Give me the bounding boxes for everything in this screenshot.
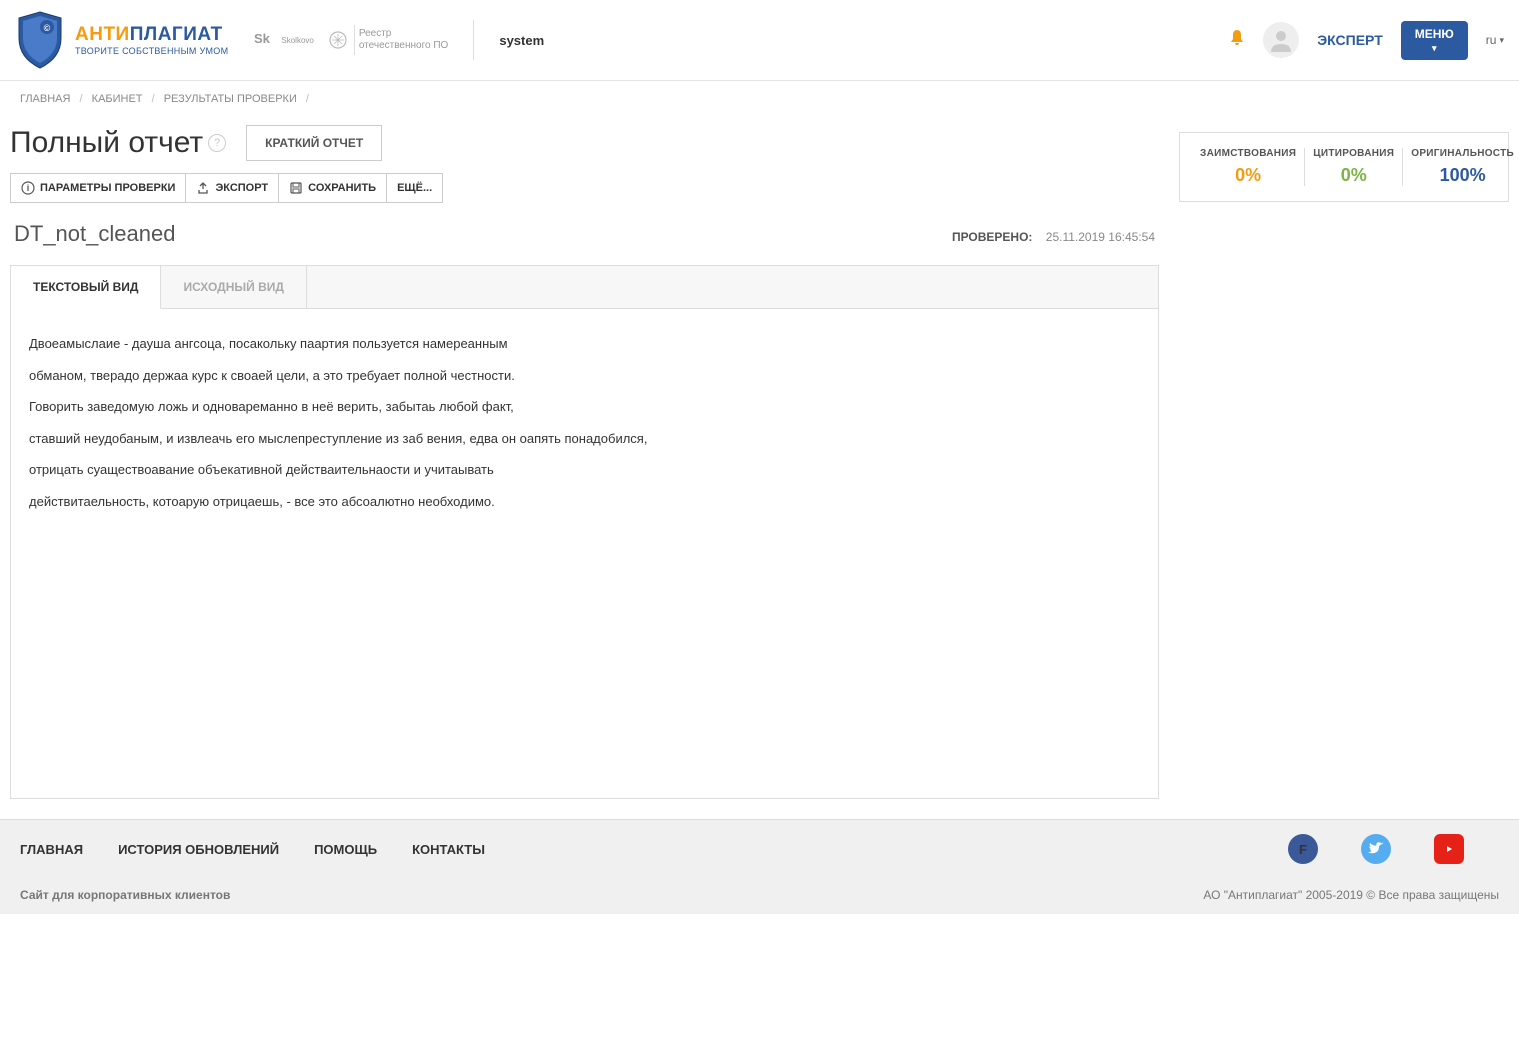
chevron-down-icon: ▾ <box>1415 43 1454 54</box>
footer-link-home[interactable]: ГЛАВНАЯ <box>20 842 83 857</box>
check-params-label: ПАРАМЕТРЫ ПРОВЕРКИ <box>40 182 175 194</box>
language-select[interactable]: ru ▾ <box>1486 33 1504 47</box>
document-name: DT_not_cleaned <box>14 221 175 247</box>
logo-tagline: ТВОРИТЕ СОБСТВЕННЫМ УМОМ <box>75 46 228 56</box>
header: © АНТИПЛАГИАТ ТВОРИТЕ СОБСТВЕННЫМ УМОМ S… <box>0 0 1519 81</box>
twitter-icon[interactable] <box>1361 834 1391 864</box>
breadcrumb-results[interactable]: РЕЗУЛЬТАТЫ ПРОВЕРКИ <box>164 93 297 105</box>
footer-link-history[interactable]: ИСТОРИЯ ОБНОВЛЕНИЙ <box>118 842 279 857</box>
breadcrumb-home[interactable]: ГЛАВНАЯ <box>20 93 70 105</box>
more-label: ЕЩЁ... <box>397 182 432 194</box>
tab-source-view[interactable]: ИСХОДНЫЙ ВИД <box>161 266 306 308</box>
check-params-button[interactable]: i ПАРАМЕТРЫ ПРОВЕРКИ <box>10 173 186 203</box>
stat-borrowings-label: ЗАИМСТВОВАНИЯ <box>1200 148 1296 159</box>
shield-icon: © <box>15 10 65 70</box>
text-line: Говорить заведомую ложь и одновареманно … <box>29 397 1140 417</box>
stat-borrowings: ЗАИМСТВОВАНИЯ 0% <box>1192 148 1305 186</box>
partner2-line2: отечественного ПО <box>359 40 449 52</box>
stats-panel: ЗАИМСТВОВАНИЯ 0% ЦИТИРОВАНИЯ 0% ОРИГИНАЛ… <box>1179 132 1509 202</box>
logo-plag: ПЛАГИАТ <box>130 24 223 45</box>
partner2-line1: Реестр <box>359 28 449 40</box>
text-line: обманом, тверадо держаа курс к своаей це… <box>29 366 1140 386</box>
svg-text:Sk: Sk <box>254 31 271 46</box>
facebook-icon[interactable]: f <box>1288 834 1318 864</box>
breadcrumb-cabinet[interactable]: КАБИНЕТ <box>92 93 143 105</box>
footer-link-contacts[interactable]: КОНТАКТЫ <box>412 842 485 857</box>
stat-originality-value: 100% <box>1411 165 1514 186</box>
partner-skolkovo: Sk Skolkovo <box>253 28 313 52</box>
partner-registry: Реестротечественного ПО <box>326 25 449 55</box>
stat-originality-label: ОРИГИНАЛЬНОСТЬ <box>1411 148 1514 159</box>
footer: ГЛАВНАЯ ИСТОРИЯ ОБНОВЛЕНИЙ ПОМОЩЬ КОНТАК… <box>0 819 1519 914</box>
sk-icon: Sk <box>253 28 277 52</box>
brief-report-button[interactable]: КРАТКИЙ ОТЧЕТ <box>246 125 382 161</box>
save-label: СОХРАНИТЬ <box>308 182 376 194</box>
notification-bell-icon[interactable] <box>1229 29 1245 52</box>
text-line: отрицать суаществоавание объекативной де… <box>29 460 1140 480</box>
checked-date: 25.11.2019 16:45:54 <box>1046 230 1155 244</box>
text-line: Двоеамыслаие - дауша ангсоца, посакольку… <box>29 334 1140 354</box>
text-line: ставший неудобаным, и извлеачь его мысле… <box>29 429 1140 449</box>
system-label: system <box>499 33 544 48</box>
partner1-label: Skolkovo <box>281 36 313 45</box>
tab-text-view[interactable]: ТЕКСТОВЫЙ ВИД <box>11 266 161 309</box>
registry-icon <box>326 28 350 52</box>
chevron-down-icon: ▾ <box>1499 35 1504 46</box>
svg-text:©: © <box>44 23 51 33</box>
partner-badges: Sk Skolkovo Реестротечественного ПО <box>253 25 448 55</box>
youtube-icon[interactable] <box>1434 834 1464 864</box>
footer-copyright: АО "Антиплагиат" 2005-2019 © Все права з… <box>1203 888 1499 902</box>
tabs: ТЕКСТОВЫЙ ВИД ИСХОДНЫЙ ВИД Двоеамыслаие … <box>10 265 1159 799</box>
logo-anti: АНТИ <box>75 24 130 45</box>
export-icon <box>196 181 210 195</box>
export-button[interactable]: ЭКСПОРТ <box>185 173 279 203</box>
avatar-icon[interactable] <box>1263 22 1299 58</box>
role-label[interactable]: ЭКСПЕРТ <box>1317 32 1383 48</box>
info-icon: i <box>21 181 35 195</box>
save-button[interactable]: СОХРАНИТЬ <box>278 173 387 203</box>
text-line: действитаельность, котоарую отрицаешь, -… <box>29 492 1140 512</box>
stat-citations-value: 0% <box>1313 165 1394 186</box>
export-label: ЭКСПОРТ <box>215 182 268 194</box>
help-icon[interactable]: ? <box>208 134 226 152</box>
svg-text:i: i <box>27 183 30 193</box>
logo[interactable]: © АНТИПЛАГИАТ ТВОРИТЕ СОБСТВЕННЫМ УМОМ <box>15 10 228 70</box>
save-icon <box>289 181 303 195</box>
document-text: Двоеамыслаие - дауша ангсоца, посакольку… <box>11 308 1158 798</box>
breadcrumb: ГЛАВНАЯ / КАБИНЕТ / РЕЗУЛЬТАТЫ ПРОВЕРКИ … <box>0 81 1519 117</box>
menu-label: МЕНЮ <box>1415 27 1454 41</box>
stat-citations: ЦИТИРОВАНИЯ 0% <box>1305 148 1403 186</box>
footer-link-help[interactable]: ПОМОЩЬ <box>314 842 377 857</box>
checked-timestamp: ПРОВЕРЕНО: 25.11.2019 16:45:54 <box>952 230 1155 244</box>
stat-borrowings-value: 0% <box>1200 165 1296 186</box>
language-label: ru <box>1486 33 1497 47</box>
stat-originality: ОРИГИНАЛЬНОСТЬ 100% <box>1403 148 1519 186</box>
checked-label: ПРОВЕРЕНО: <box>952 230 1032 244</box>
page-title: Полный отчет ? <box>10 126 226 160</box>
logo-text: АНТИПЛАГИАТ ТВОРИТЕ СОБСТВЕННЫМ УМОМ <box>75 24 228 56</box>
more-button[interactable]: ЕЩЁ... <box>386 173 443 203</box>
stat-citations-label: ЦИТИРОВАНИЯ <box>1313 148 1394 159</box>
divider <box>473 20 474 60</box>
menu-button[interactable]: МЕНЮ ▾ <box>1401 21 1468 60</box>
toolbar: i ПАРАМЕТРЫ ПРОВЕРКИ ЭКСПОРТ СОХРАНИТЬ Е… <box>10 173 1159 203</box>
footer-corporate-link[interactable]: Сайт для корпоративных клиентов <box>20 888 230 902</box>
